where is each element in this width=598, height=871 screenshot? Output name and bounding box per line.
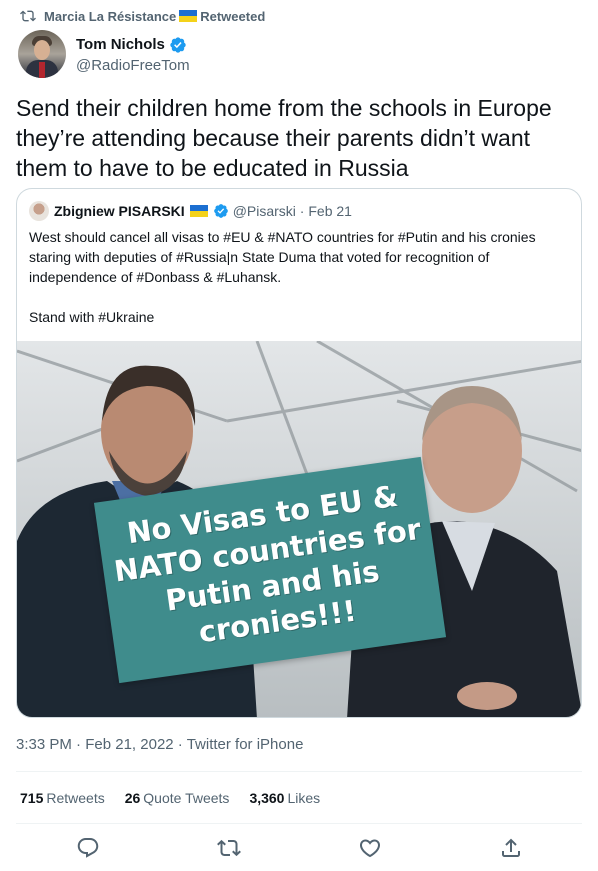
quoted-text: West should cancel all visas to #EU & #N… — [29, 227, 569, 327]
like-button[interactable] — [358, 836, 382, 860]
quoted-author-name: Zbigniew PISARSKI — [54, 203, 185, 219]
ukraine-flag-icon — [179, 9, 198, 22]
tweet-stats: 715 Retweets 26 Quote Tweets 3,360 Likes — [20, 790, 320, 806]
tweet-time[interactable]: 3:33 PM — [16, 736, 72, 753]
quoted-image[interactable]: No Visas to EU & NATO countries for Puti… — [17, 341, 581, 717]
verified-icon — [170, 36, 186, 53]
reply-button[interactable] — [76, 836, 100, 860]
ukraine-flag-icon — [189, 205, 208, 217]
tweet-timestamp[interactable]: 3:33 PM · Feb 21, 2022 · Twitter for iPh… — [16, 736, 303, 753]
reply-icon — [77, 838, 99, 858]
author-handle[interactable]: @RadioFreeTom — [76, 57, 190, 74]
share-button[interactable] — [499, 836, 523, 860]
meta-separator: · — [177, 736, 183, 753]
quoted-date: Feb 21 — [308, 203, 352, 219]
like-icon — [359, 839, 381, 858]
verified-icon — [213, 204, 228, 218]
tweet-author: Tom Nichols @RadioFreeTom — [18, 30, 190, 78]
quote-tweets-stat[interactable]: 26 Quote Tweets — [125, 790, 230, 806]
divider — [16, 771, 582, 772]
likes-label[interactable]: Likes — [287, 790, 320, 806]
quoted-tweet[interactable]: Zbigniew PISARSKI @Pisarski · Feb 21 Wes… — [16, 188, 582, 718]
quoted-text-paragraph: Stand with #Ukraine — [29, 309, 155, 325]
action-bar — [0, 836, 598, 860]
retweet-context: Marcia La Résistance Retweeted — [20, 8, 265, 24]
retweets-stat[interactable]: 715 Retweets — [20, 790, 105, 806]
retweet-button[interactable] — [217, 836, 241, 860]
retweet-icon — [20, 10, 36, 22]
likes-stat[interactable]: 3,360 Likes — [249, 790, 320, 806]
quoted-meta: @Pisarski · Feb 21 — [233, 203, 352, 219]
quoted-author-avatar — [29, 201, 49, 221]
tweet-text: Send their children home from the school… — [16, 95, 552, 181]
retweet-icon — [217, 839, 241, 857]
quoted-text-paragraph: West should cancel all visas to #EU & #N… — [29, 229, 536, 285]
tweet-date[interactable]: Feb 21, 2022 — [85, 736, 173, 753]
quoted-author-handle: @Pisarski — [232, 203, 296, 219]
tweet-source: Twitter for iPhone — [186, 736, 304, 753]
retweeted-label: Retweeted — [200, 8, 266, 24]
author-avatar[interactable] — [18, 30, 66, 78]
retweeter-name[interactable]: Marcia La Résistance — [44, 9, 176, 24]
meta-separator: · — [76, 736, 82, 753]
likes-count[interactable]: 3,360 — [249, 790, 284, 806]
retweets-label[interactable]: Retweets — [46, 790, 104, 806]
quote-tweets-count[interactable]: 26 — [125, 790, 141, 806]
share-icon — [502, 838, 520, 857]
quote-tweets-label[interactable]: Quote Tweets — [143, 790, 229, 806]
author-name[interactable]: Tom Nichols — [76, 36, 165, 53]
meta-separator: · — [299, 203, 305, 219]
retweeter-link[interactable]: Marcia La Résistance Retweeted — [44, 9, 265, 24]
divider — [16, 823, 582, 824]
retweets-count[interactable]: 715 — [20, 790, 43, 806]
